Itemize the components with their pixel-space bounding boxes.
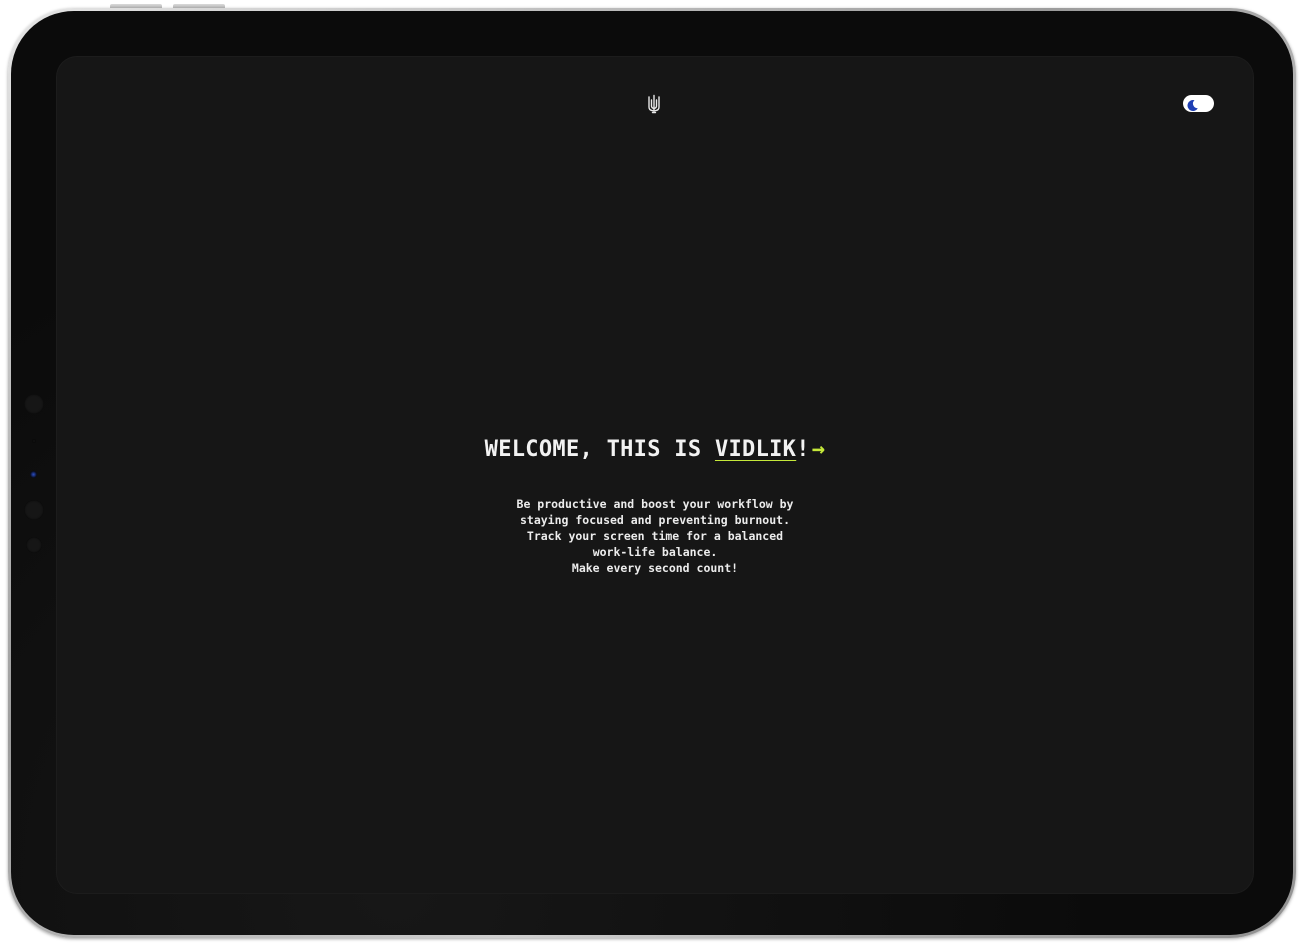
tablet-bezel: WELCOME, THIS IS VIDLIK!→ Be productive …	[11, 11, 1293, 935]
tagline-line: work-life balance.	[592, 545, 718, 559]
camera-sensor	[26, 537, 42, 553]
tablet-frame: WELCOME, THIS IS VIDLIK!→ Be productive …	[8, 8, 1296, 938]
theme-toggle[interactable]	[1183, 95, 1214, 112]
camera-sensor	[24, 394, 44, 414]
title-exclamation: !	[796, 437, 810, 462]
title-prefix: WELCOME, THIS IS	[484, 437, 715, 462]
tagline-line: Be productive and boost your workflow by	[516, 497, 794, 511]
tagline-line: staying focused and preventing burnout.	[519, 513, 791, 527]
arrow-right-icon[interactable]: →	[812, 437, 826, 462]
tagline-line: Track your screen time for a balanced	[526, 529, 784, 543]
tagline: Be productive and boost your workflow by…	[57, 496, 1253, 576]
welcome-section: WELCOME, THIS IS VIDLIK!→ Be productive …	[57, 430, 1253, 576]
trident-icon[interactable]	[647, 94, 661, 114]
page-title: WELCOME, THIS IS VIDLIK!→	[57, 430, 1253, 470]
brand-link[interactable]: VIDLIK	[715, 437, 796, 462]
moon-icon	[1186, 97, 1199, 111]
app-screen: WELCOME, THIS IS VIDLIK!→ Be productive …	[57, 57, 1253, 893]
front-camera	[30, 471, 37, 478]
device-mockup: WELCOME, THIS IS VIDLIK!→ Be productive …	[0, 0, 1305, 945]
ambient-sensor	[32, 439, 36, 443]
tagline-line: Make every second count!	[571, 561, 739, 575]
camera-sensor	[24, 500, 44, 520]
